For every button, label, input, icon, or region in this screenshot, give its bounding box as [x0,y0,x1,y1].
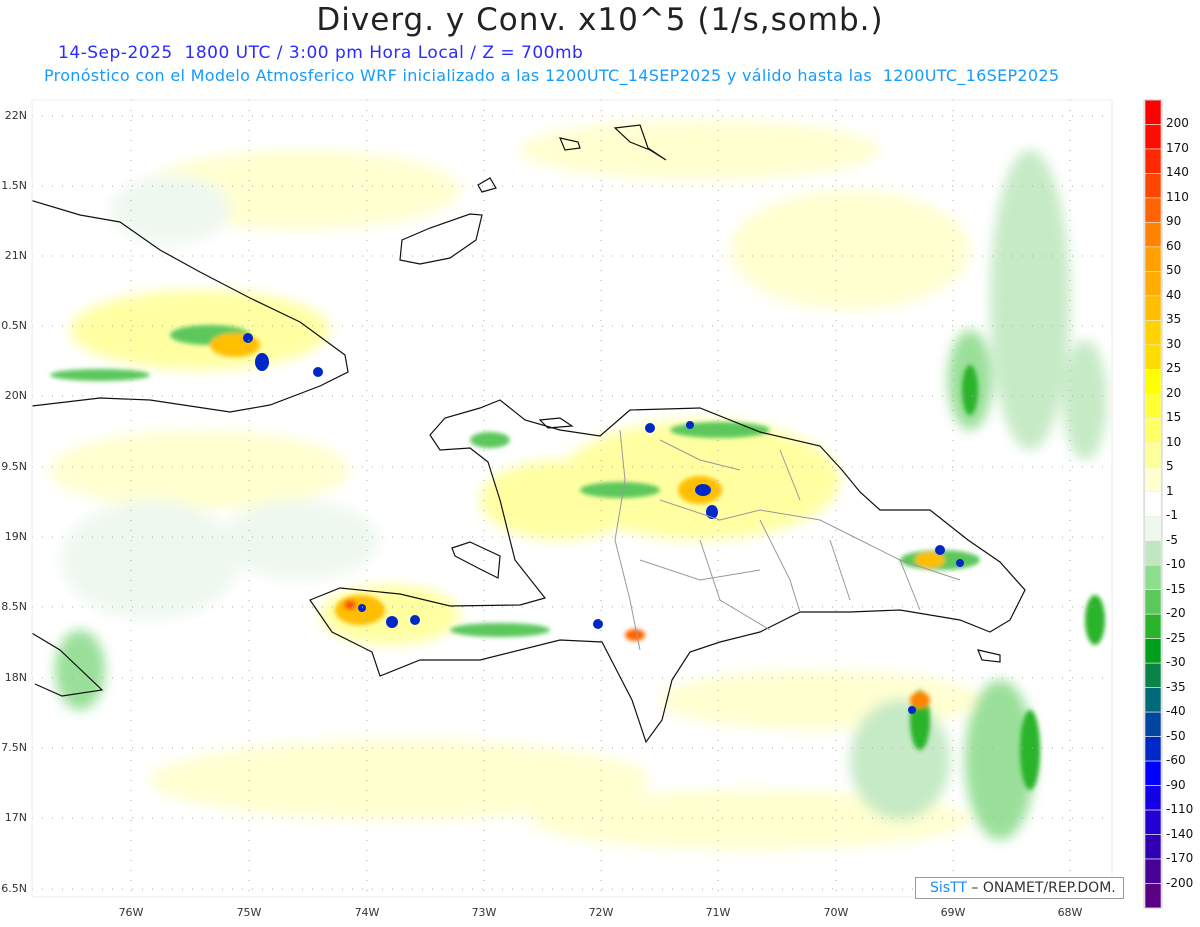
lat-label: 20N [4,389,27,402]
colorbar-label: -30 [1166,655,1186,670]
colorbar-swatch [1144,711,1162,737]
colorbar-swatch [1144,858,1162,884]
colorbar-swatch [1144,393,1162,419]
colorbar-label: -40 [1166,704,1186,719]
lat-label: 1.5N [1,179,27,192]
colorbar-swatch [1144,173,1162,199]
colorbar-label: 5 [1166,459,1174,474]
lat-label: 9.5N [1,460,27,473]
colorbar-label: -110 [1166,802,1194,817]
lon-label: 76W [118,906,144,919]
colorbar-swatch [1144,638,1162,664]
colorbar-label: 110 [1166,189,1189,204]
colorbar-swatch [1144,246,1162,272]
colorbar-swatch [1144,613,1162,639]
colorbar-label: -50 [1166,728,1186,743]
lat-label: 22N [4,109,27,122]
colorbar-swatch [1144,491,1162,517]
colorbar-swatch [1144,148,1162,174]
colorbar-swatch [1144,197,1162,223]
lat-label: 21N [4,249,27,262]
colorbar-swatch [1144,515,1162,542]
colorbar-label: -200 [1166,875,1194,890]
colorbar-swatch [1144,124,1162,150]
colorbar-label: 50 [1166,263,1182,278]
lon-label: 69W [940,906,966,919]
colorbar-swatch [1144,320,1162,346]
colorbar-label: 15 [1166,410,1182,425]
colorbar-swatch [1144,222,1162,248]
colorbar-swatch [1144,564,1162,590]
colorbar-label: 10 [1166,434,1182,449]
colorbar [1143,99,1163,909]
colorbar-label: -170 [1166,851,1194,866]
lat-label: 19N [4,530,27,543]
colorbar-label: -15 [1166,581,1186,596]
lat-label: 18N [4,671,27,684]
map-title: Diverg. y Conv. x10^5 (1/s,somb.) [316,2,884,38]
lat-label: 8.5N [1,600,27,613]
colorbar-swatch [1144,418,1162,444]
colorbar-label: -140 [1166,826,1194,841]
model-info: Pronóstico con el Modelo Atmosferico WRF… [44,66,1060,85]
lon-label: 74W [354,906,380,919]
colorbar-swatch [1144,662,1162,688]
colorbar-swatch [1144,736,1162,762]
lon-label: 72W [588,906,614,919]
colorbar-label: 25 [1166,361,1182,376]
colorbar-label: 35 [1166,312,1182,327]
sistt-logo: SisTT [930,880,967,896]
colorbar-label: 90 [1166,214,1182,229]
colorbar-label: -20 [1166,606,1186,621]
lat-label: 7.5N [1,741,27,754]
colorbar-swatch [1144,834,1162,860]
colorbar-swatch [1144,540,1162,566]
lat-label: 0.5N [1,319,27,332]
colorbar-swatch [1144,466,1162,493]
colorbar-label: -1 [1166,508,1178,523]
colorbar-label: -5 [1166,532,1178,547]
lat-label: 6.5N [1,882,27,895]
colorbar-swatch [1144,589,1162,615]
credit-box: SisTT – ONAMET/REP.DOM. [915,877,1124,899]
map-plot [31,99,1163,909]
colorbar-swatch [1144,271,1162,297]
colorbar-label: -90 [1166,777,1186,792]
colorbar-swatch [1144,442,1162,468]
lat-label: 17N [4,811,27,824]
colorbar-label: -25 [1166,630,1186,645]
lon-label: 68W [1057,906,1083,919]
colorbar-label: -35 [1166,679,1186,694]
colorbar-swatch [1144,687,1162,713]
colorbar-label: 40 [1166,287,1182,302]
colorbar-swatch [1144,295,1162,321]
colorbar-swatch [1144,344,1162,370]
colorbar-swatch [1144,883,1162,909]
colorbar-label: 200 [1166,116,1189,131]
colorbar-label: 20 [1166,385,1182,400]
colorbar-label: 60 [1166,238,1182,253]
colorbar-label: 140 [1166,165,1189,180]
lon-label: 71W [705,906,731,919]
lon-label: 75W [236,906,262,919]
credit-text: – ONAMET/REP.DOM. [971,880,1116,896]
colorbar-label: 1 [1166,483,1174,498]
colorbar-swatch [1144,760,1162,786]
lon-label: 73W [471,906,497,919]
colorbar-swatch [1144,809,1162,835]
colorbar-label: -60 [1166,753,1186,768]
colorbar-label: -10 [1166,557,1186,572]
colorbar-label: 170 [1166,140,1189,155]
colorbar-swatch [1144,99,1162,125]
valid-time: 14-Sep-2025 1800 UTC / 3:00 pm Hora Loca… [58,43,584,63]
colorbar-label: 30 [1166,336,1182,351]
colorbar-swatch [1144,785,1162,811]
lon-label: 70W [823,906,849,919]
colorbar-swatch [1144,369,1162,395]
